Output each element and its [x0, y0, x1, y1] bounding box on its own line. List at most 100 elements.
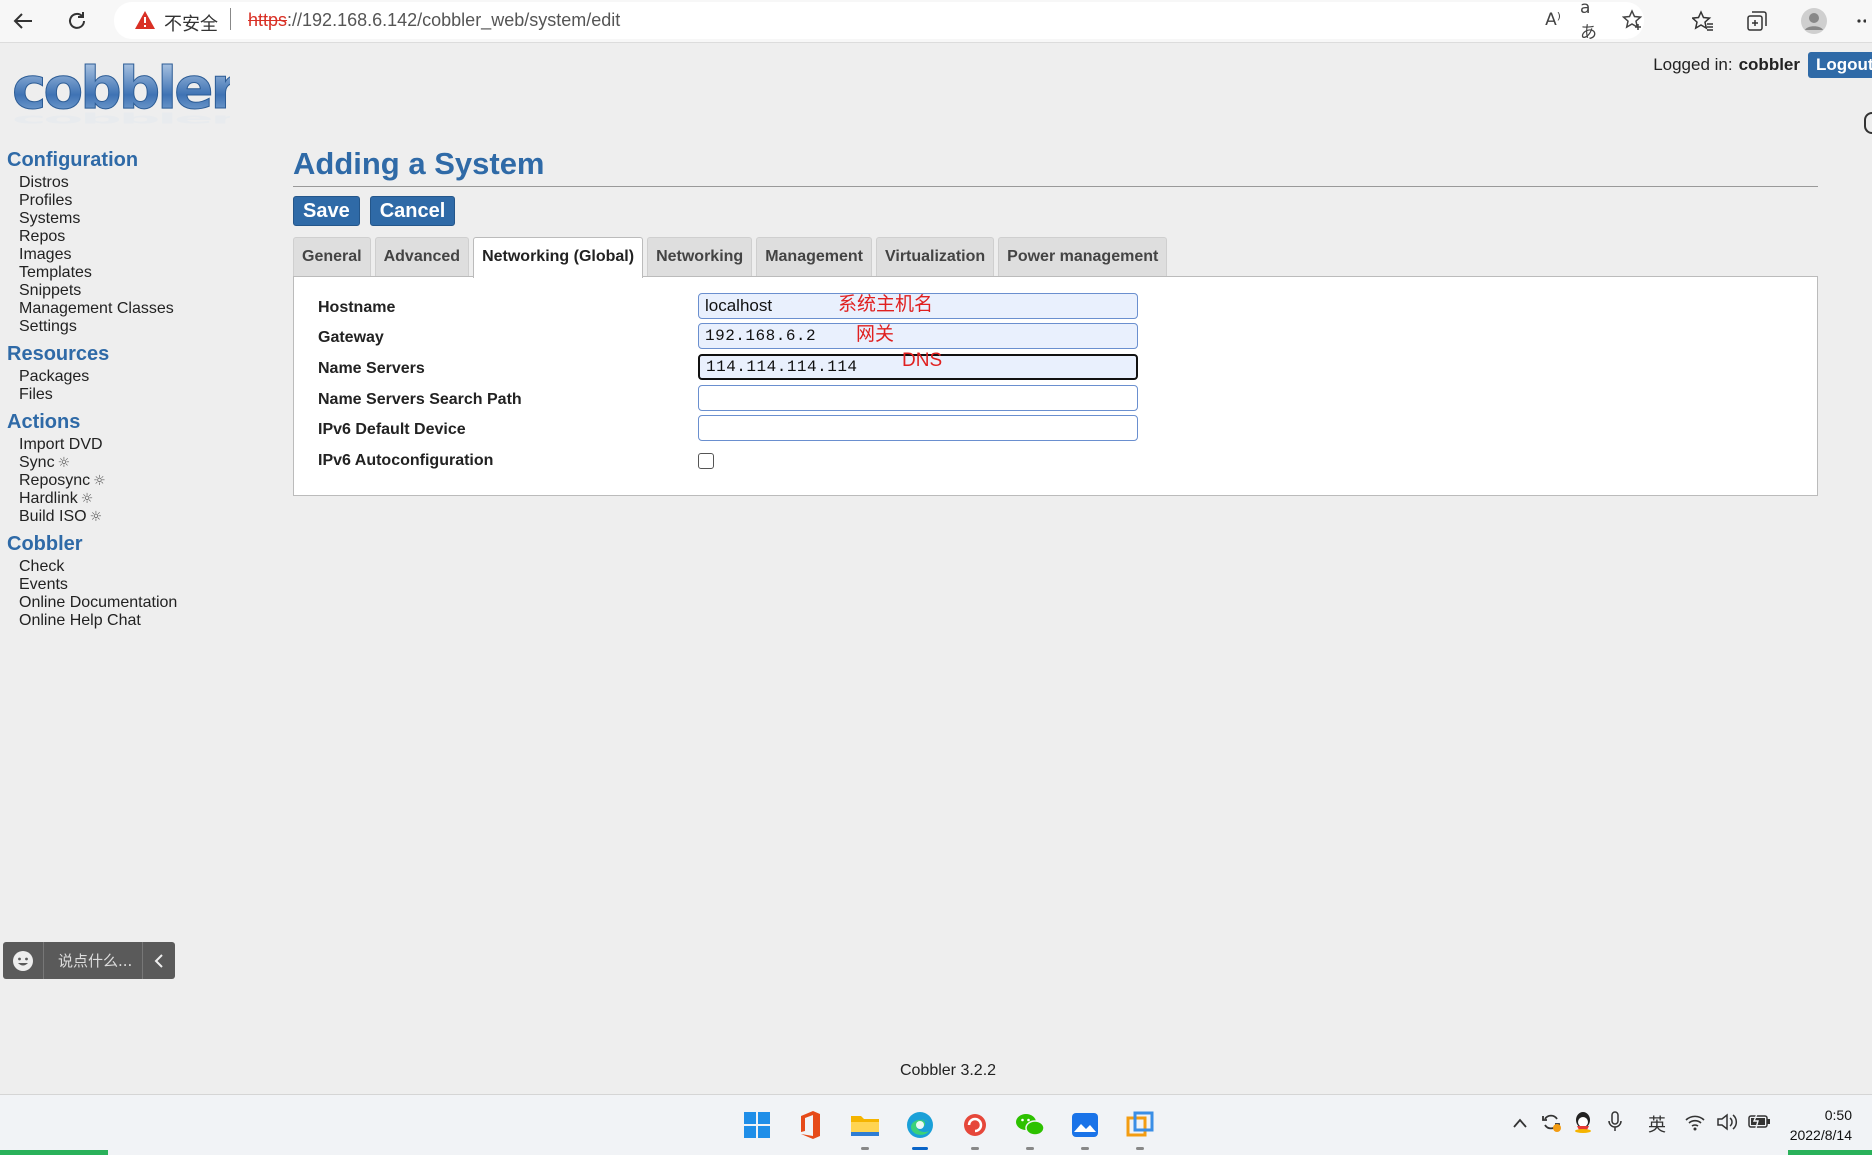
name-servers-search-row: Name Servers Search Path — [318, 385, 1158, 415]
nav-item-reposync[interactable]: Reposync ☼ — [19, 472, 267, 490]
nav-item-label: Hardlink — [19, 490, 78, 507]
nav-item-check[interactable]: Check — [19, 558, 267, 576]
chat-input[interactable]: 说点什么... — [44, 950, 142, 971]
tab-virtualization[interactable]: Virtualization — [875, 237, 995, 277]
system-clock[interactable]: 0:50 2022/8/14 — [1790, 1105, 1852, 1145]
tab-management[interactable]: Management — [756, 237, 872, 277]
nav-item-templates[interactable]: Templates — [19, 264, 267, 282]
vmware-icon[interactable] — [1123, 1108, 1157, 1150]
nav-item-build-iso[interactable]: Build ISO ☼ — [19, 508, 267, 526]
tab-power-management[interactable]: Power management — [998, 237, 1168, 277]
ime-indicator[interactable]: 英 — [1648, 1111, 1666, 1137]
nav-item-files[interactable]: Files — [19, 386, 267, 404]
ipv6-autoconf-row: IPv6 Autoconfiguration — [318, 446, 1158, 476]
hostname-annotation: 系统主机名 — [838, 293, 934, 315]
nav-section-cobbler: Cobbler Check Events Online Documentatio… — [7, 532, 267, 630]
windows-start-icon[interactable] — [740, 1108, 774, 1142]
clock-date: 2022/8/14 — [1789, 1127, 1852, 1143]
name-servers-search-label: Name Servers Search Path — [318, 391, 522, 408]
nav-item-online-documentation[interactable]: Online Documentation — [19, 594, 267, 612]
wechat-icon[interactable] — [1013, 1108, 1047, 1150]
nav-item-distros[interactable]: Distros — [19, 174, 267, 192]
name-servers-row: Name Servers DNS — [318, 350, 1158, 384]
chevron-up-icon[interactable] — [1512, 1113, 1528, 1134]
emoji-icon[interactable] — [3, 942, 44, 979]
sync-icon[interactable] — [1540, 1111, 1562, 1138]
nav-item-packages[interactable]: Packages — [19, 368, 267, 386]
taskbar: 英 0:50 2022/8/14 — [0, 1094, 1872, 1155]
gateway-row: Gateway 网关 — [318, 323, 1158, 353]
nav-item-repos[interactable]: Repos — [19, 228, 267, 246]
login-label: Logged in: — [1653, 55, 1733, 74]
browser-toolbar: 不安全 https://192.168.6.142/cobbler_web/sy… — [0, 0, 1872, 43]
profile-avatar-icon[interactable] — [1797, 4, 1831, 38]
sidebar-nav: Configuration Distros Profiles Systems R… — [7, 148, 267, 636]
qq-icon[interactable] — [1572, 1110, 1594, 1139]
battery-icon[interactable] — [1748, 1113, 1772, 1134]
nav-item-profiles[interactable]: Profiles — [19, 192, 267, 210]
volume-icon[interactable] — [1716, 1112, 1738, 1137]
tab-advanced[interactable]: Advanced — [374, 237, 470, 277]
cancel-button[interactable]: Cancel — [369, 196, 456, 226]
clock-time: 0:50 — [1824, 1107, 1852, 1123]
ipv6-default-device-field[interactable] — [698, 415, 1138, 441]
add-favorite-icon[interactable] — [1620, 7, 1646, 33]
tab-general[interactable]: General — [293, 237, 371, 277]
running-indicator — [1081, 1147, 1089, 1150]
nav-heading: Cobbler — [7, 533, 83, 555]
nav-item-import-dvd[interactable]: Import DVD — [19, 436, 267, 454]
running-indicator — [971, 1147, 979, 1150]
warning-icon[interactable] — [134, 10, 156, 35]
ipv6-autoconf-checkbox[interactable] — [698, 453, 714, 469]
chat-widget[interactable]: 说点什么... — [3, 942, 175, 979]
nav-item-management-classes[interactable]: Management Classes — [19, 300, 267, 318]
name-servers-search-field[interactable] — [698, 385, 1138, 411]
ipv6-default-device-label: IPv6 Default Device — [318, 421, 466, 438]
nav-item-online-help-chat[interactable]: Online Help Chat — [19, 612, 267, 630]
nav-item-snippets[interactable]: Snippets — [19, 282, 267, 300]
name-servers-annotation: DNS — [902, 350, 943, 371]
photos-icon[interactable] — [1068, 1108, 1102, 1150]
file-explorer-icon[interactable] — [848, 1108, 882, 1150]
nav-section-configuration: Configuration Distros Profiles Systems R… — [7, 148, 267, 336]
nav-item-images[interactable]: Images — [19, 246, 267, 264]
running-indicator — [861, 1147, 869, 1150]
security-label[interactable]: 不安全 — [164, 10, 218, 36]
nav-item-hardlink[interactable]: Hardlink ☼ — [19, 490, 267, 508]
cobbler-logo[interactable]: cobbler cobbler — [10, 54, 243, 135]
nav-item-systems[interactable]: Systems — [19, 210, 267, 228]
snail-app-icon[interactable] — [958, 1108, 992, 1150]
main-content: Adding a System Save Cancel General Adva… — [293, 142, 1818, 496]
edge-browser-icon[interactable] — [903, 1108, 937, 1150]
office-icon[interactable] — [793, 1108, 827, 1142]
read-aloud-icon[interactable]: A⁾ — [1540, 7, 1566, 33]
refresh-icon[interactable] — [60, 4, 94, 38]
sidebar-toggle-handle[interactable] — [1864, 112, 1872, 134]
action-buttons: Save Cancel — [293, 196, 1818, 226]
logout-button[interactable]: Logout — [1808, 52, 1872, 78]
nav-item-events[interactable]: Events — [19, 576, 267, 594]
more-options-icon[interactable] — [1850, 4, 1872, 38]
save-button[interactable]: Save — [293, 196, 360, 226]
collections-icon[interactable] — [1740, 4, 1774, 38]
address-divider — [230, 8, 231, 30]
nav-item-sync[interactable]: Sync ☼ — [19, 454, 267, 472]
tab-networking-global[interactable]: Networking (Global) — [473, 237, 644, 278]
running-indicator — [1026, 1147, 1034, 1150]
nav-item-label: Sync — [19, 454, 55, 471]
url-text[interactable]: https://192.168.6.142/cobbler_web/system… — [248, 10, 620, 31]
favorites-icon[interactable] — [1686, 4, 1720, 38]
nav-heading: Actions — [7, 411, 81, 433]
back-icon[interactable] — [6, 4, 40, 38]
tab-networking[interactable]: Networking — [647, 237, 753, 277]
address-bar[interactable]: 不安全 https://192.168.6.142/cobbler_web/sy… — [114, 0, 1646, 43]
chevron-left-icon[interactable] — [142, 942, 175, 979]
gateway-field[interactable] — [698, 323, 1138, 349]
microphone-icon[interactable] — [1607, 1111, 1623, 1138]
wifi-icon[interactable] — [1684, 1113, 1706, 1136]
gear-icon: ☼ — [93, 473, 106, 489]
ipv6-default-device-row: IPv6 Default Device — [318, 415, 1158, 445]
translate-icon[interactable]: aあ — [1580, 0, 1606, 43]
page-title: Adding a System — [293, 146, 545, 181]
nav-item-settings[interactable]: Settings — [19, 318, 267, 336]
